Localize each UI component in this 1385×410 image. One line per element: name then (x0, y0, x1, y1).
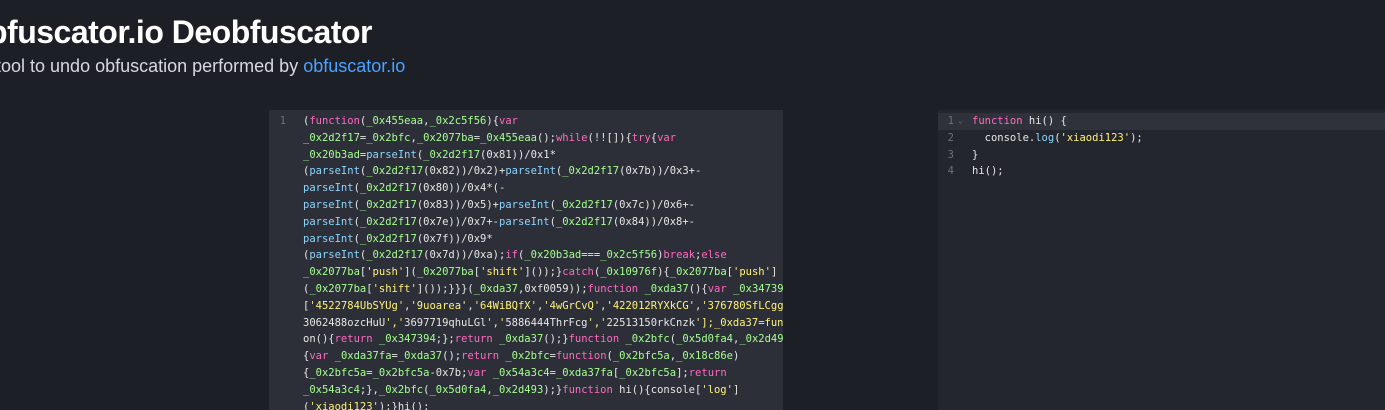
code-text: _0x2077ba['push'](_0x2077ba['shift']());… (303, 266, 778, 279)
line-number: 1 (279, 115, 286, 127)
code-text: hi(); (972, 165, 1004, 178)
deobfuscated-code-editor[interactable]: 1 ⌄ function hi() { 2 console.log('xiaodi12… (938, 110, 1385, 410)
code-text: function hi() { (972, 115, 1067, 127)
code-text: (parseInt(_0x2d2f17(0x7d))/0xa);if(_0x20… (303, 249, 727, 262)
line-number: 4 (947, 165, 954, 178)
left-code-line: {var _0xda37fa=_0xda37();return _0x2bfc=… (269, 348, 783, 365)
code-text: console.log('xiaodi123'); (972, 131, 1143, 144)
obfuscated-code-editor[interactable]: 1 (function(_0x455eaa,_0x2c5f56){var _0x2d… (269, 110, 783, 410)
left-code-line: _0x2d2f17=_0x2bfc,_0x2077ba=_0x455eaa();… (269, 130, 783, 147)
code-text: parseInt(_0x2d2f17(0x83))/0x5)+parseInt(… (303, 198, 695, 211)
left-code-line: 3062488ozcHuU','3697719qhuLGl','5886444T… (269, 315, 783, 332)
page-title: bfuscator.io Deobfuscator (0, 14, 373, 50)
code-text: 3062488ozcHuU','3697719qhuLGl','5886444T… (303, 316, 783, 329)
code-text: _0x54a3c4;},_0x2bfc(_0x5d0fa4,_0x2d493);… (303, 383, 740, 396)
left-code-line: _0x2077ba['push'](_0x2077ba['shift']());… (269, 264, 783, 281)
right-code-line: 3} (938, 147, 1385, 164)
left-code-line: (parseInt(_0x2d2f17(0x7d))/0xa);if(_0x20… (269, 247, 783, 264)
code-text: {var _0xda37fa=_0xda37();return _0x2bfc=… (303, 350, 740, 363)
left-code-line: _0x20b3ad=parseInt(_0x2d2f17(0x81))/0x1* (269, 147, 783, 164)
code-text: _0x20b3ad=parseInt(_0x2d2f17(0x81))/0x1* (303, 148, 556, 161)
code-text: } (972, 148, 979, 161)
obfuscator-link[interactable]: obfuscator.io (303, 56, 405, 76)
left-code-line: ['4522784UbSYUg','9uoarea','64WiBQfX','4… (269, 298, 783, 315)
page-subtitle: tool to undo obfuscation performed by ob… (0, 56, 405, 77)
left-code-line: {_0x2bfc5a=_0x2bfc5a-0x7b;var _0x54a3c4=… (269, 365, 783, 382)
fold-chevron-icon[interactable]: ⌄ (958, 113, 963, 130)
code-text: (parseInt(_0x2d2f17(0x82))/0x2)+parseInt… (303, 165, 702, 178)
subtitle-text: tool to undo obfuscation performed by (0, 56, 304, 76)
right-code-line: 4 hi(); (938, 163, 1385, 180)
line-number: 2 (947, 131, 954, 144)
code-text: ['4522784UbSYUg','9uoarea','64WiBQfX','4… (303, 299, 783, 312)
code-text: ('xiaodi123');}hi(); (303, 400, 430, 410)
code-text: on(){return _0x347394;};return _0xda37()… (303, 333, 783, 346)
left-code-line: ('xiaodi123');}hi(); (269, 399, 783, 410)
code-text: parseInt(_0x2d2f17(0x7e))/0x7+-parseInt(… (303, 215, 695, 228)
right-code-line: 2 console.log('xiaodi123'); (938, 130, 1385, 147)
left-code-line: 1 (function(_0x455eaa,_0x2c5f56){var (269, 113, 783, 130)
left-code-line: parseInt(_0x2d2f17(0x7e))/0x7+-parseInt(… (269, 214, 783, 231)
code-text: (function(_0x455eaa,_0x2c5f56){var (303, 115, 518, 127)
line-number: 1 (947, 115, 954, 127)
code-text: parseInt(_0x2d2f17(0x80))/0x4*(- (303, 182, 506, 195)
left-code-line: on(){return _0x347394;};return _0xda37()… (269, 331, 783, 348)
left-code-line: parseInt(_0x2d2f17(0x83))/0x5)+parseInt(… (269, 197, 783, 214)
left-code-line: (_0x2077ba['shift']());}}}(_0xda37,0xf00… (269, 281, 783, 298)
left-code-line: (parseInt(_0x2d2f17(0x82))/0x2)+parseInt… (269, 163, 783, 180)
code-text: {_0x2bfc5a=_0x2bfc5a-0x7b;var _0x54a3c4=… (303, 366, 727, 379)
right-code-line: 1 ⌄ function hi() { (938, 113, 1385, 130)
left-code-line: parseInt(_0x2d2f17(0x80))/0x4*(- (269, 180, 783, 197)
code-text: _0x2d2f17=_0x2bfc,_0x2077ba=_0x455eaa();… (303, 131, 677, 144)
code-text: (_0x2077ba['shift']());}}}(_0xda37,0xf00… (303, 282, 783, 295)
left-code-line: _0x54a3c4;},_0x2bfc(_0x5d0fa4,_0x2d493);… (269, 382, 783, 399)
left-code-line: parseInt(_0x2d2f17(0x7f))/0x9* (269, 231, 783, 248)
code-text: parseInt(_0x2d2f17(0x7f))/0x9* (303, 232, 493, 245)
line-number: 3 (947, 148, 954, 161)
